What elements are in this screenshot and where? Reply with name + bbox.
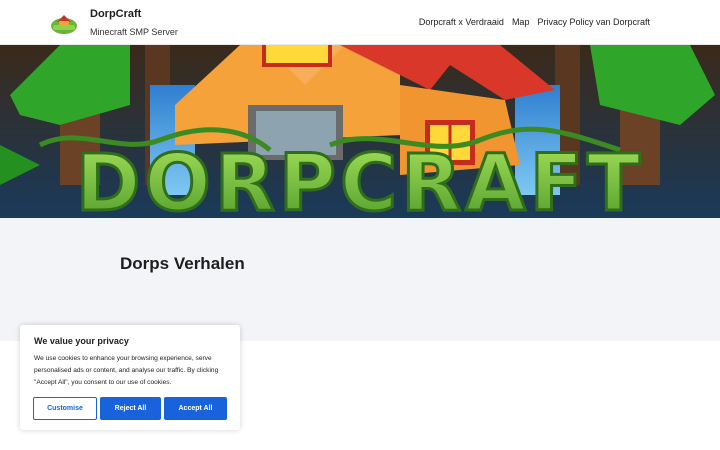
cookie-banner-title: We value your privacy: [34, 336, 129, 346]
cookie-consent-banner: We value your privacy We use cookies to …: [20, 325, 240, 430]
site-title[interactable]: DorpCraft: [90, 8, 141, 20]
reject-all-button[interactable]: Reject All: [100, 397, 161, 420]
nav-item-privacy-policy[interactable]: Privacy Policy van Dorpcraft: [537, 17, 650, 27]
page-title-band: Dorps Verhalen: [0, 218, 720, 341]
page-title: Dorps Verhalen: [120, 254, 245, 273]
cookie-banner-text: We use cookies to enhance your browsing …: [34, 355, 219, 386]
hero-banner-image: DORPCRAFT: [0, 45, 720, 218]
site-header: DorpCraft Minecraft SMP Server Dorpcraft…: [0, 0, 720, 45]
accept-all-button[interactable]: Accept All: [164, 397, 227, 420]
main-nav: Dorpcraft x Verdraaid Map Privacy Policy…: [419, 17, 650, 27]
site-logo[interactable]: [50, 11, 78, 35]
customise-button[interactable]: Customise: [33, 397, 97, 420]
site-tagline: Minecraft SMP Server: [90, 27, 178, 37]
banner-logo-text: DORPCRAFT: [76, 139, 644, 218]
nav-item-map[interactable]: Map: [512, 17, 530, 27]
nav-item-dorpcraft-x-verdraaid[interactable]: Dorpcraft x Verdraaid: [419, 17, 504, 27]
